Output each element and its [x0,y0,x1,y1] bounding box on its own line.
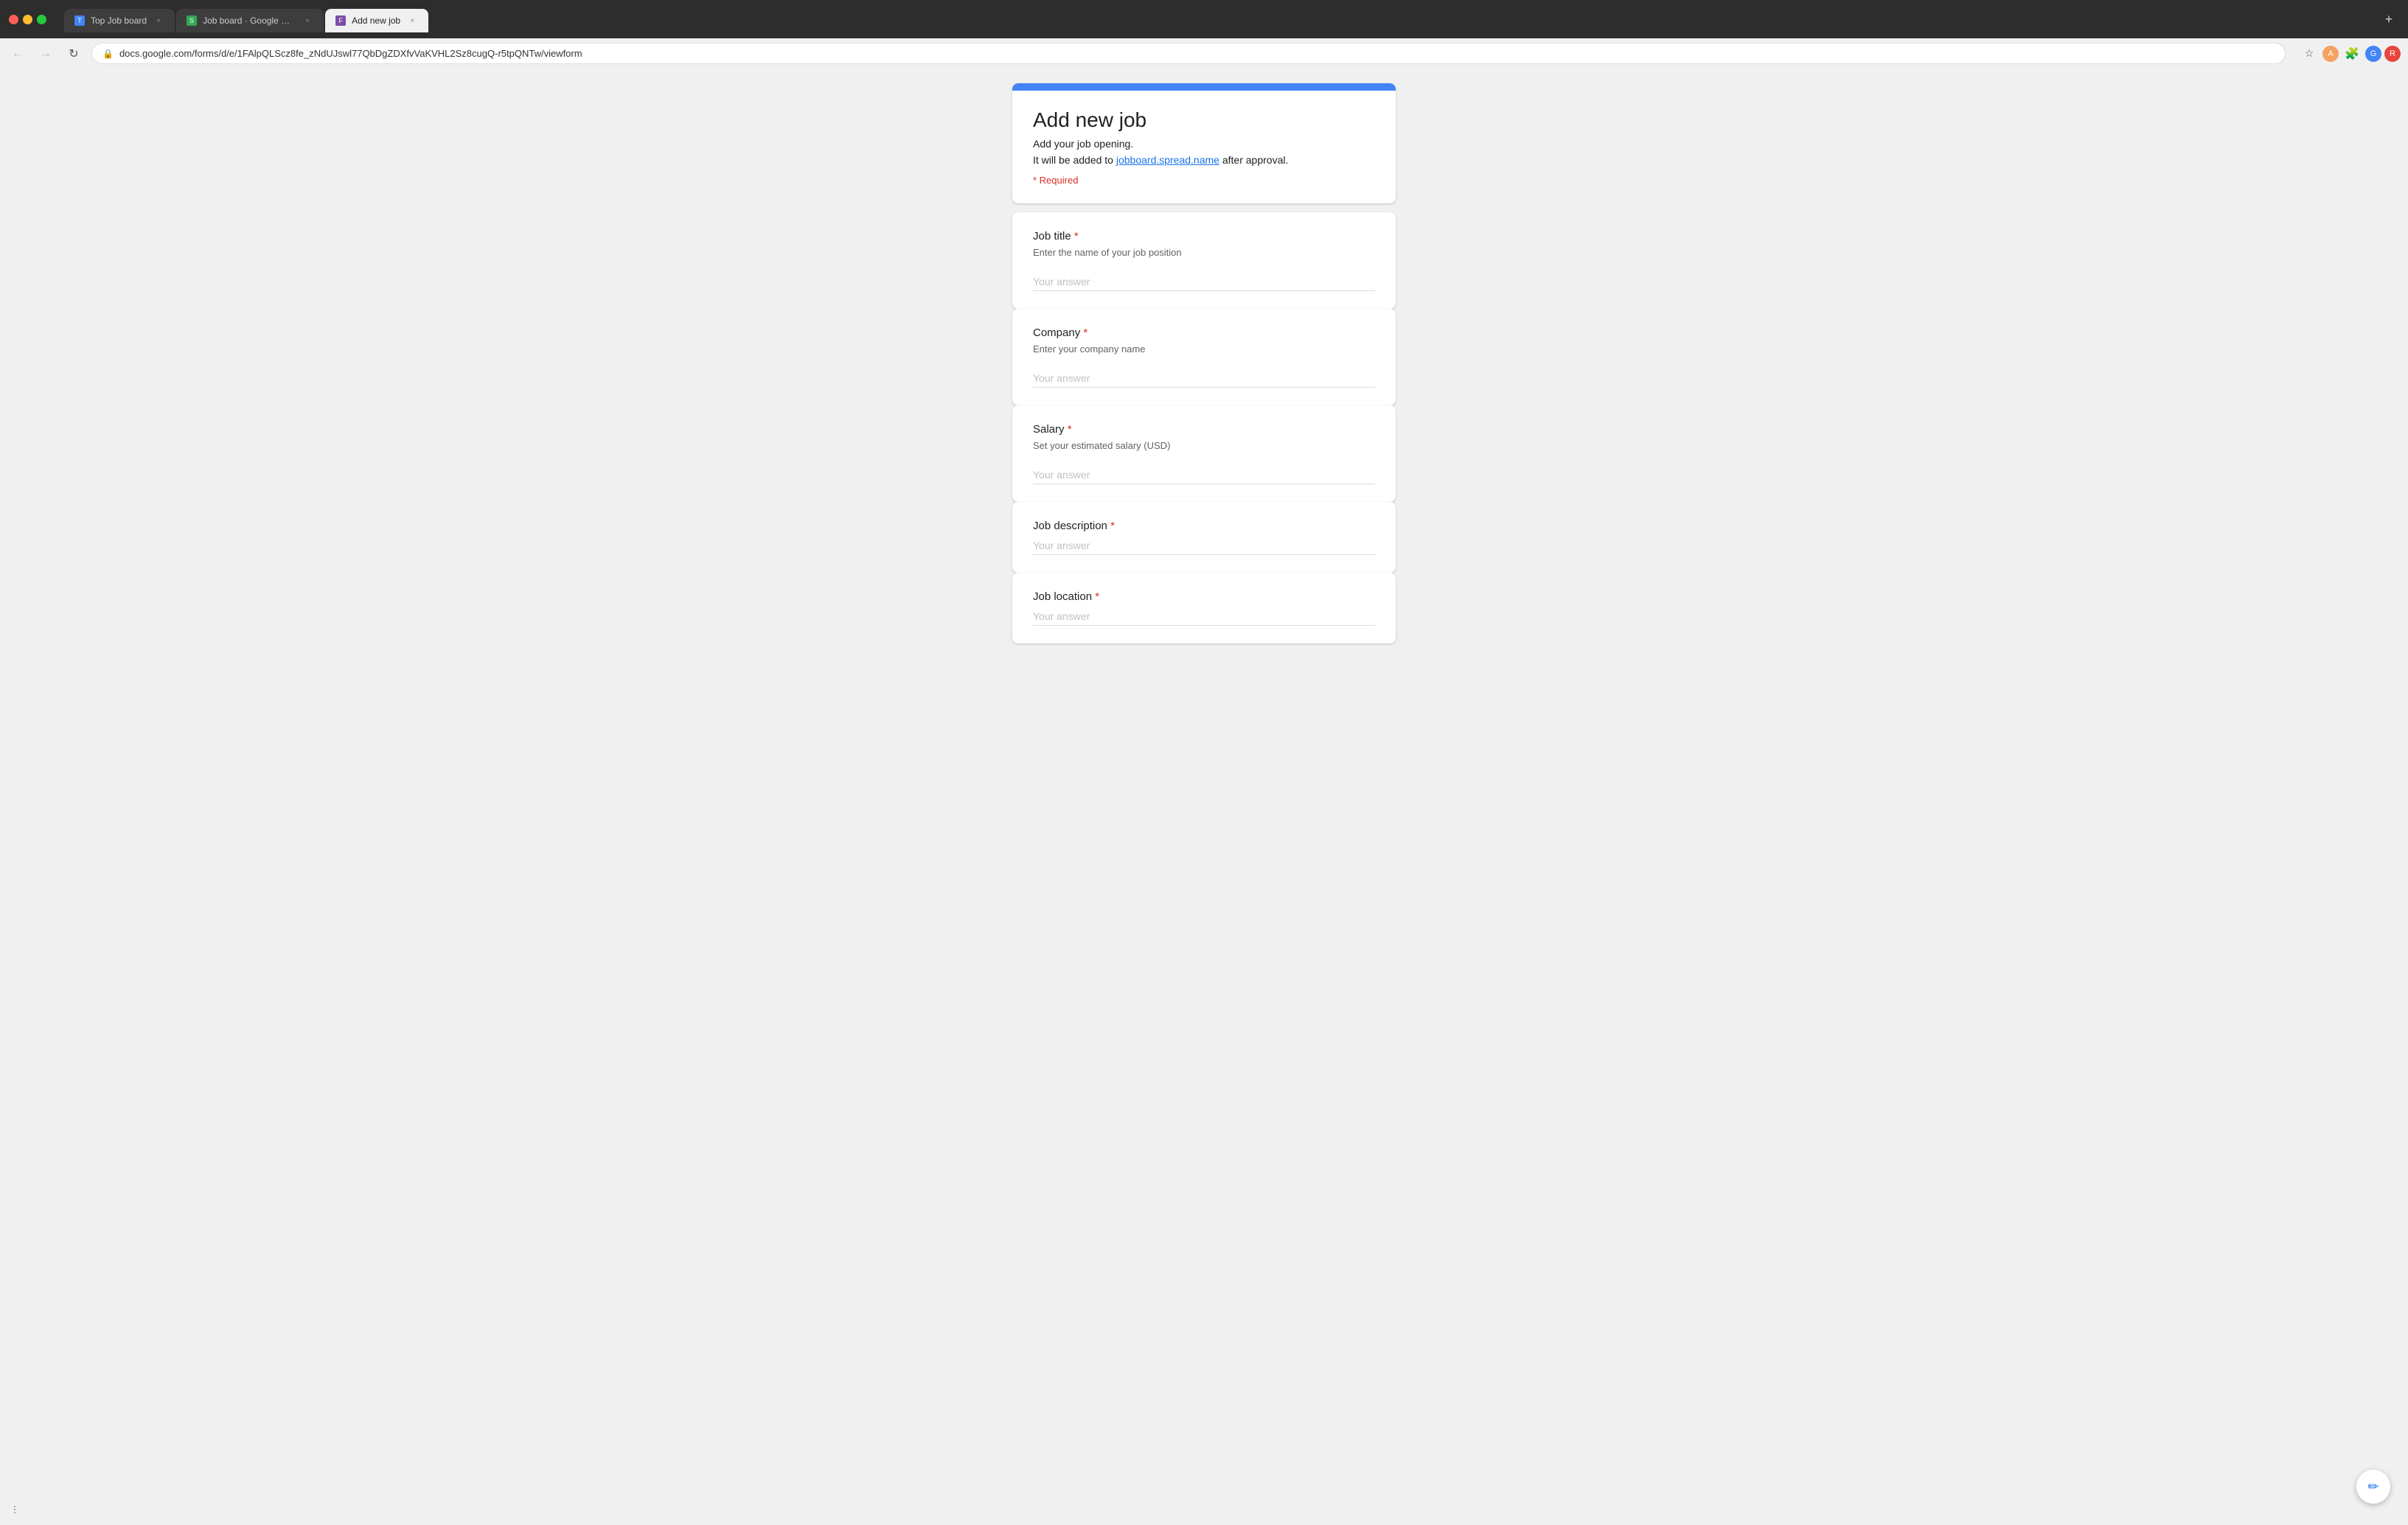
answer-input-salary[interactable] [1033,466,1375,484]
question-card-salary: Salary * Set your estimated salary (USD) [1012,405,1396,502]
extensions-button[interactable]: 🧩 [2342,43,2362,64]
close-button[interactable] [9,15,18,24]
form-container: Add new job Add your job opening. It wil… [1012,83,1396,643]
tab-favicon-tab-3: F [335,15,346,26]
form-link-line: It will be added to jobboard.spread.name… [1033,154,1375,166]
question-help-company: Enter your company name [1033,343,1375,355]
answer-input-job-location[interactable] [1033,607,1375,626]
tab-close-tab-2[interactable]: × [302,15,313,27]
profile-button[interactable]: A [2322,46,2339,62]
bookmark-button[interactable]: ☆ [2299,43,2320,64]
link-suffix: after approval. [1219,154,1288,166]
question-label-salary: Salary * [1033,423,1375,436]
answer-input-job-description[interactable] [1033,537,1375,555]
question-card-company: Company * Enter your company name [1012,309,1396,405]
question-label-job-location: Job location * [1033,590,1375,603]
tab-close-tab-1[interactable]: × [153,15,164,27]
form-title: Add new job [1033,108,1375,132]
tabs-bar: T Top Job board × S Job board · Google Sheet… [58,9,2373,32]
lock-icon: 🔒 [102,49,114,59]
tab-close-tab-3[interactable]: × [406,15,418,27]
form-link[interactable]: jobboard.spread.name [1116,154,1219,166]
required-star-company: * [1080,327,1088,339]
required-star-job-location: * [1092,590,1099,603]
back-button[interactable]: ← [7,43,28,64]
profile3-button[interactable]: R [2384,46,2401,62]
answer-input-job-title[interactable] [1033,273,1375,291]
answer-input-company[interactable] [1033,369,1375,388]
tab-favicon-tab-1: T [74,15,85,26]
browser-chrome: T Top Job board × S Job board · Google Sheet… [0,0,2408,69]
refresh-button[interactable]: ↻ [63,43,84,64]
title-bar: T Top Job board × S Job board · Google Sheet… [0,0,2408,38]
tab-favicon-tab-2: S [187,15,197,26]
profile2-button[interactable]: G [2365,46,2381,62]
question-help-salary: Set your estimated salary (USD) [1033,440,1375,451]
window-controls [9,15,46,24]
forward-button[interactable]: → [35,43,56,64]
required-note: * Required [1033,175,1375,186]
address-bar: ← → ↻ 🔒 docs.google.com/forms/d/e/1FAlpQ… [0,38,2408,69]
question-card-job-location: Job location * [1012,573,1396,643]
tab-label-tab-3: Add new job [352,15,400,26]
question-label-job-title: Job title * [1033,230,1375,242]
edit-icon: ✏ [2367,1479,2379,1495]
link-prefix: It will be added to [1033,154,1116,166]
required-star-job-description: * [1107,520,1115,532]
floating-edit-button[interactable]: ✏ [2356,1470,2390,1504]
maximize-button[interactable] [37,15,46,24]
required-star-salary: * [1065,423,1072,436]
form-description: Add your job opening. [1033,138,1375,150]
new-tab-button[interactable]: + [2379,9,2399,29]
required-star-job-title: * [1071,230,1079,242]
tab-label-tab-2: Job board · Google Sheets [203,15,296,26]
header-card: Add new job Add your job opening. It wil… [1012,83,1396,203]
status-bar[interactable]: ⋮ [0,1498,29,1521]
question-card-job-description: Job description * [1012,502,1396,573]
tab-tab-3[interactable]: F Add new job × [325,9,428,32]
browser-actions: ☆ A 🧩 G R [2299,43,2401,64]
tab-tab-1[interactable]: T Top Job board × [64,9,175,32]
minimize-button[interactable] [23,15,32,24]
question-label-job-description: Job description * [1033,520,1375,532]
menu-icon: ⋮ [10,1504,19,1515]
url-bar[interactable]: 🔒 docs.google.com/forms/d/e/1FAlpQLScz8f… [91,43,2286,64]
question-label-company: Company * [1033,327,1375,339]
fields-container: Job title * Enter the name of your job po… [1012,212,1396,643]
page-content: Add new job Add your job opening. It wil… [0,69,2408,1525]
question-help-job-title: Enter the name of your job position [1033,247,1375,258]
question-card-job-title: Job title * Enter the name of your job po… [1012,212,1396,309]
tab-tab-2[interactable]: S Job board · Google Sheets × [176,9,324,32]
tab-label-tab-1: Top Job board [91,15,147,26]
url-text: docs.google.com/forms/d/e/1FAlpQLScz8fe_… [119,48,582,59]
